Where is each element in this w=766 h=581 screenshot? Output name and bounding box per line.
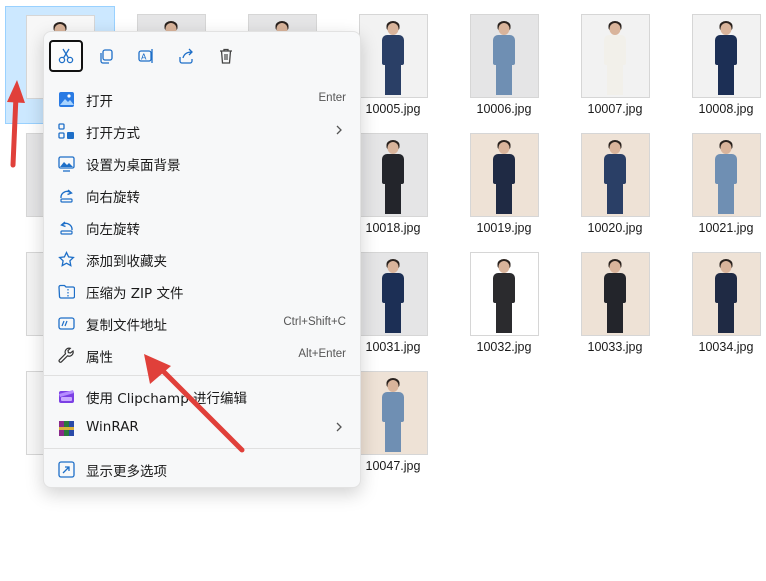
file-thumbnail bbox=[691, 14, 761, 98]
menu-item-label: 复制文件地址 bbox=[86, 318, 167, 334]
file-name: 10033.jpg bbox=[587, 340, 643, 354]
delete-icon bbox=[220, 48, 232, 64]
menu-item-copy-path[interactable]: 复制文件地址 Ctrl+Shift+C bbox=[50, 308, 354, 338]
file-thumbnail bbox=[580, 252, 650, 336]
menu-item-label: 显示更多选项 bbox=[86, 464, 167, 480]
share-icon bbox=[179, 48, 193, 64]
menu-item-rotate-left[interactable]: 向左旋转 bbox=[50, 212, 354, 242]
file-item[interactable]: 10033.jpg bbox=[560, 244, 670, 362]
menu-item-label: 使用 Clipchamp 进行编辑 bbox=[86, 391, 248, 407]
file-item[interactable]: 10020.jpg bbox=[560, 125, 670, 243]
star-icon bbox=[58, 251, 75, 267]
shortcut-text: Ctrl+Shift+C bbox=[283, 316, 346, 328]
file-item[interactable]: 10034.jpg bbox=[671, 244, 766, 362]
menu-item-open[interactable]: 打开 Enter bbox=[50, 84, 354, 114]
file-item[interactable]: 10019.jpg bbox=[449, 125, 559, 243]
share-button[interactable] bbox=[169, 40, 203, 72]
menu-item-properties[interactable]: 属性 Alt+Enter bbox=[50, 340, 354, 370]
winrar-icon bbox=[59, 421, 74, 436]
open-with-icon bbox=[58, 123, 74, 139]
menu-item-label: 添加到收藏夹 bbox=[86, 254, 167, 270]
file-item[interactable]: 10006.jpg bbox=[449, 6, 559, 124]
menu-item-show-more-options[interactable]: 显示更多选项 bbox=[50, 454, 354, 484]
file-name: 10006.jpg bbox=[476, 102, 532, 116]
menu-item-label: WinRAR bbox=[86, 419, 139, 435]
copy-path-icon bbox=[58, 317, 75, 330]
rename-icon: A bbox=[138, 49, 153, 63]
chevron-right-icon bbox=[336, 125, 342, 135]
file-name: 10032.jpg bbox=[476, 340, 532, 354]
wrench-icon bbox=[58, 347, 74, 363]
file-name: 10034.jpg bbox=[698, 340, 754, 354]
zip-folder-icon bbox=[58, 284, 75, 299]
shortcut-text: Alt+Enter bbox=[298, 348, 346, 360]
menu-item-clipchamp[interactable]: 使用 Clipchamp 进行编辑 bbox=[50, 381, 354, 411]
file-name: 10021.jpg bbox=[698, 221, 754, 235]
file-name: 10008.jpg bbox=[698, 102, 754, 116]
file-name: 10007.jpg bbox=[587, 102, 643, 116]
file-thumbnail bbox=[691, 252, 761, 336]
copy-button[interactable] bbox=[89, 40, 123, 72]
image-app-icon bbox=[59, 92, 74, 107]
copy-icon bbox=[100, 49, 113, 64]
file-name: 10020.jpg bbox=[587, 221, 643, 235]
menu-item-winrar[interactable]: WinRAR bbox=[50, 413, 354, 443]
menu-item-label: 向左旋转 bbox=[86, 222, 140, 238]
show-more-icon bbox=[58, 461, 75, 478]
file-item[interactable]: 10008.jpg bbox=[671, 6, 766, 124]
file-thumbnail bbox=[580, 133, 650, 217]
context-menu: A 打开 Enter 打开方式 设置为桌面背景 向右旋转 向左旋转 添加到收藏夹… bbox=[43, 31, 361, 488]
menu-item-label: 打开 bbox=[86, 94, 113, 110]
menu-item-compress-zip[interactable]: 压缩为 ZIP 文件 bbox=[50, 276, 354, 306]
menu-item-label: 设置为桌面背景 bbox=[86, 158, 181, 174]
cut-icon bbox=[58, 48, 74, 64]
file-thumbnail bbox=[691, 133, 761, 217]
file-thumbnail bbox=[358, 133, 428, 217]
file-thumbnail bbox=[358, 252, 428, 336]
file-thumbnail bbox=[469, 133, 539, 217]
menu-item-add-favorites[interactable]: 添加到收藏夹 bbox=[50, 244, 354, 274]
rename-button[interactable]: A bbox=[129, 40, 163, 72]
shortcut-text: Enter bbox=[318, 92, 347, 104]
svg-text:A: A bbox=[141, 53, 147, 62]
file-thumbnail bbox=[469, 252, 539, 336]
wallpaper-icon bbox=[58, 156, 75, 172]
file-thumbnail bbox=[358, 371, 428, 455]
delete-button[interactable] bbox=[209, 40, 243, 72]
file-item[interactable]: 10007.jpg bbox=[560, 6, 670, 124]
menu-divider bbox=[44, 375, 360, 376]
file-item[interactable]: 10032.jpg bbox=[449, 244, 559, 362]
menu-item-label: 属性 bbox=[86, 350, 113, 366]
cut-button[interactable] bbox=[49, 40, 83, 72]
menu-item-label: 向右旋转 bbox=[86, 190, 140, 206]
file-thumbnail bbox=[358, 14, 428, 98]
file-item[interactable]: 10021.jpg bbox=[671, 125, 766, 243]
menu-item-label: 打开方式 bbox=[86, 126, 140, 142]
file-name: 10019.jpg bbox=[476, 221, 532, 235]
menu-divider bbox=[44, 448, 360, 449]
file-thumbnail bbox=[580, 14, 650, 98]
chevron-right-icon bbox=[336, 422, 342, 432]
file-thumbnail bbox=[469, 14, 539, 98]
menu-item-set-wallpaper[interactable]: 设置为桌面背景 bbox=[50, 148, 354, 178]
menu-item-open-with[interactable]: 打开方式 bbox=[50, 116, 354, 146]
menu-item-rotate-right[interactable]: 向右旋转 bbox=[50, 180, 354, 210]
menu-item-label: 压缩为 ZIP 文件 bbox=[86, 286, 184, 302]
clipchamp-icon bbox=[59, 390, 74, 403]
rotate-right-icon bbox=[60, 189, 73, 203]
rotate-left-icon bbox=[60, 221, 73, 235]
